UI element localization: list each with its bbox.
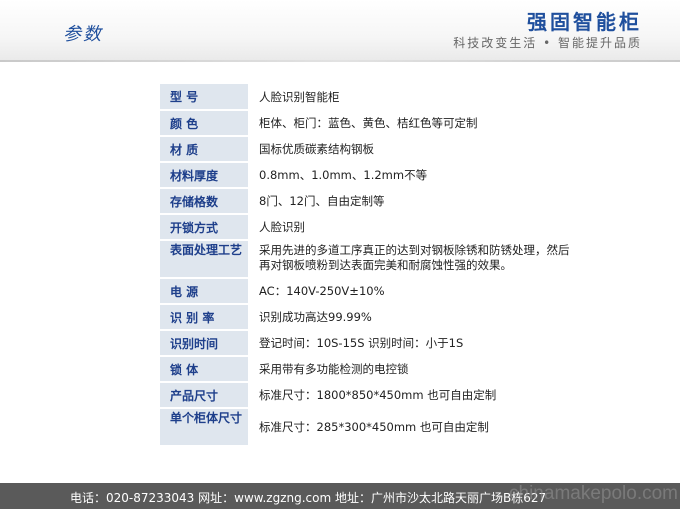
spec-row-recognition-rate: 识 别 率 识别成功高达99.99% [160,304,574,331]
spec-row-unit-size: 单个柜体尺寸 标准尺寸：285*300*450mm 也可自由定制 [160,408,574,447]
spec-label: 颜 色 [160,110,248,137]
spec-label: 材 质 [160,136,248,163]
spec-row-thickness: 材料厚度 0.8mm、1.0mm、1.2mm不等 [160,162,574,189]
spec-label: 单个柜体尺寸 [160,408,248,447]
footer-contact: 电话：020-87233043 网址：www.zgzng.com 地址：广州市沙… [70,491,547,505]
spec-table: 型 号 人脸识别智能柜 颜 色 柜体、柜门：蓝色、黄色、桔红色等可定制 材 质 … [160,84,574,447]
brand-title: 强固智能柜 [527,10,642,34]
section-title: 参数 [63,24,103,45]
spec-value: AC：140V-250V±10% [248,278,574,305]
page-footer: 电话：020-87233043 网址：www.zgzng.com 地址：广州市沙… [0,483,680,509]
spec-row-compartments: 存储格数 8门、12门、自由定制等 [160,188,574,215]
spec-row-unlock: 开锁方式 人脸识别 [160,214,574,241]
spec-label: 电 源 [160,278,248,305]
spec-row-power: 电 源 AC：140V-250V±10% [160,278,574,305]
spec-row-model: 型 号 人脸识别智能柜 [160,84,574,111]
spec-value: 标准尺寸：285*300*450mm 也可自由定制 [248,408,574,447]
header-divider [0,60,680,62]
spec-row-surface: 表面处理工艺 采用先进的多道工序真正的达到对钢板除锈和防锈处理，然后再对钢板喷粉… [160,240,574,279]
spec-label: 产品尺寸 [160,382,248,409]
spec-value: 柜体、柜门：蓝色、黄色、桔红色等可定制 [248,110,574,137]
spec-row-color: 颜 色 柜体、柜门：蓝色、黄色、桔红色等可定制 [160,110,574,137]
spec-label: 表面处理工艺 [160,240,248,279]
spec-row-recognition-time: 识别时间 登记时间：10S-15S 识别时间：小于1S [160,330,574,357]
spec-value: 国标优质碳素结构钢板 [248,136,574,163]
spec-row-material: 材 质 国标优质碳素结构钢板 [160,136,574,163]
spec-value: 采用带有多功能检测的电控锁 [248,356,574,383]
spec-value: 人脸识别智能柜 [248,84,574,111]
spec-value: 采用先进的多道工序真正的达到对钢板除锈和防锈处理，然后再对钢板喷粉到达表面完美和… [248,240,574,279]
spec-value: 登记时间：10S-15S 识别时间：小于1S [248,330,574,357]
spec-value: 人脸识别 [248,214,574,241]
spec-value: 标准尺寸：1800*850*450mm 也可自由定制 [248,382,574,409]
spec-value: 0.8mm、1.0mm、1.2mm不等 [248,162,574,189]
spec-label: 存储格数 [160,188,248,215]
spec-label: 开锁方式 [160,214,248,241]
spec-value: 8门、12门、自由定制等 [248,188,574,215]
spec-label: 型 号 [160,84,248,111]
spec-label: 识 别 率 [160,304,248,331]
spec-label: 锁 体 [160,356,248,383]
watermark: chinamakepolo.com [509,483,678,504]
spec-value: 识别成功高达99.99% [248,304,574,331]
spec-label: 识别时间 [160,330,248,357]
spec-row-product-size: 产品尺寸 标准尺寸：1800*850*450mm 也可自由定制 [160,382,574,409]
brand-slogan: 科技改变生活 • 智能提升品质 [453,36,642,50]
spec-label: 材料厚度 [160,162,248,189]
spec-row-lock: 锁 体 采用带有多功能检测的电控锁 [160,356,574,383]
